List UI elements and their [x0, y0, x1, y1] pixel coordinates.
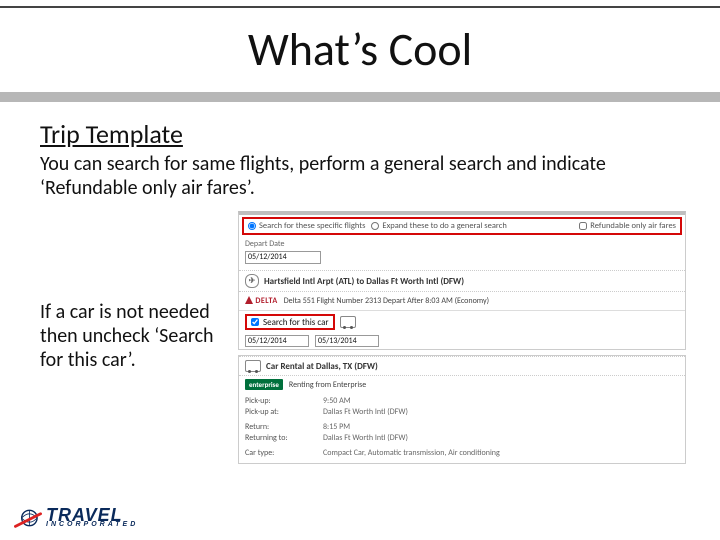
car-return-date-field[interactable]: 05/13/2014 — [315, 335, 379, 347]
section-heading: Trip Template — [40, 118, 183, 150]
enterprise-logo: enterprise — [245, 379, 283, 390]
logo-text: TRAVEL INCORPORATED — [46, 508, 138, 527]
checkbox-refundable[interactable]: Refundable only air fares — [579, 221, 676, 231]
row-val: 8:15 PM — [323, 418, 508, 433]
table-row: Pick-up at:Dallas Ft Worth Intl (DFW) — [245, 407, 508, 418]
car-details-table: Pick-up:9:50 AM Pick-up at:Dallas Ft Wor… — [245, 396, 508, 459]
rule-top — [0, 6, 720, 8]
row-val: Dallas Ft Worth Intl (DFW) — [323, 433, 508, 444]
car-vendor-text: Renting from Enterprise — [289, 380, 366, 390]
row-val: Compact Car, Automatic transmission, Air… — [323, 444, 508, 459]
body-text-2: If a car is not needed then uncheck ‘Sea… — [40, 300, 215, 372]
depart-date-field[interactable]: 05/12/2014 — [245, 251, 321, 264]
flight-carrier-row: DELTA Delta 551 Flight Number 2313 Depar… — [239, 292, 685, 311]
logo-line-2: INCORPORATED — [46, 521, 138, 528]
table-row: Pick-up:9:50 AM — [245, 396, 508, 407]
row-key: Pick-up: — [245, 396, 323, 407]
row-key: Car type: — [245, 444, 323, 459]
table-row: Returning to:Dallas Ft Worth Intl (DFW) — [245, 433, 508, 444]
radio-specific-flights[interactable]: Search for these specific flights — [248, 221, 365, 231]
slide-title: What’s Cool — [0, 22, 720, 78]
checkbox-refundable-input[interactable] — [579, 222, 587, 230]
car-vendor-row: enterprise Renting from Enterprise — [239, 376, 685, 396]
radio-general-search-label: Expand these to do a general search — [382, 221, 506, 231]
car-icon — [245, 360, 261, 372]
slide: What’s Cool Trip Template You can search… — [0, 0, 720, 540]
radio-specific-flights-label: Search for these specific flights — [259, 221, 365, 231]
car-icon — [340, 316, 356, 328]
search-car-label: Search for this car — [263, 317, 329, 328]
radio-general-search[interactable]: Expand these to do a general search — [371, 221, 506, 231]
row-val: Dallas Ft Worth Intl (DFW) — [323, 407, 508, 418]
flight-segment-text: Hartsfield Intl Arpt (ATL) to Dallas Ft … — [264, 276, 464, 287]
delta-logo-text: DELTA — [255, 296, 277, 306]
flight-options-row: Search for these specific flights Expand… — [242, 217, 682, 235]
car-segment-text: Car Rental at Dallas, TX (DFW) — [266, 361, 378, 372]
car-pickup-date-field[interactable]: 05/12/2014 — [245, 335, 309, 347]
travel-incorporated-logo: TRAVEL INCORPORATED — [14, 504, 138, 532]
table-row: Car type:Compact Car, Automatic transmis… — [245, 444, 508, 459]
checkbox-refundable-label: Refundable only air fares — [590, 221, 676, 231]
table-row: Return:8:15 PM — [245, 418, 508, 433]
body-text-1: You can search for same flights, perform… — [40, 152, 690, 200]
globe-swoosh-icon — [14, 504, 42, 532]
flight-carrier-text: Delta 551 Flight Number 2313 Depart Afte… — [284, 296, 489, 306]
search-car-row: Search for this car — [239, 311, 685, 333]
car-date-row: 05/12/2014 05/13/2014 — [239, 333, 685, 349]
row-key: Return: — [245, 418, 323, 433]
row-key: Returning to: — [245, 433, 323, 444]
search-car-checkbox-wrap: Search for this car — [245, 314, 335, 330]
search-car-checkbox[interactable] — [251, 318, 259, 326]
depart-date-label: Depart Date — [245, 239, 685, 249]
row-key: Pick-up at: — [245, 407, 323, 418]
radio-specific-flights-input[interactable] — [248, 222, 256, 230]
flight-segment-header: ✈ Hartsfield Intl Arpt (ATL) to Dallas F… — [239, 270, 685, 292]
row-val: 9:50 AM — [323, 396, 508, 407]
delta-logo: DELTA — [245, 296, 278, 306]
car-segment-header: Car Rental at Dallas, TX (DFW) — [239, 356, 685, 376]
rule-under-title — [0, 92, 720, 102]
radio-general-search-input[interactable] — [371, 222, 379, 230]
airplane-icon: ✈ — [245, 274, 259, 288]
screenshot-car-rental: Car Rental at Dallas, TX (DFW) enterpris… — [238, 355, 686, 464]
screenshot-flight-search: Search for these specific flights Expand… — [238, 211, 686, 350]
